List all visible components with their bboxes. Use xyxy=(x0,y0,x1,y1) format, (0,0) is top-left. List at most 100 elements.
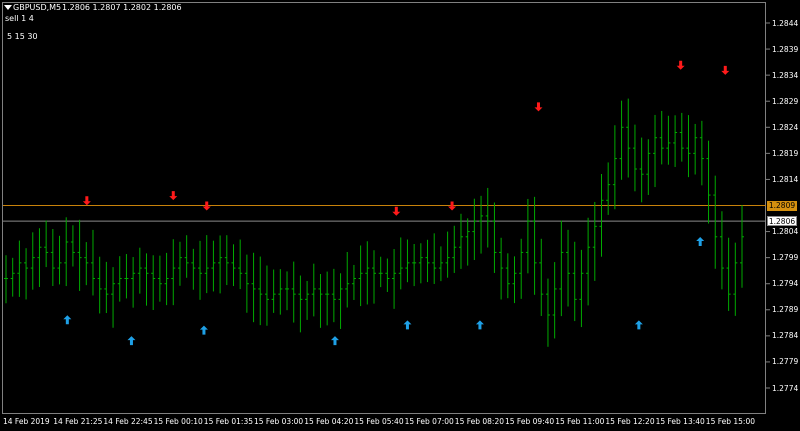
ohlc-bar xyxy=(17,240,22,297)
ohlc-bar xyxy=(271,269,276,313)
ohlc-bar xyxy=(392,249,397,309)
price-tag-level: 1.2809 xyxy=(767,200,797,211)
time-axis-label: 14 Feb 22:45 xyxy=(103,417,153,426)
time-axis-label: 15 Feb 05:40 xyxy=(354,417,404,426)
ohlc-bar xyxy=(4,255,8,304)
time-axis-label: 15 Feb 04:20 xyxy=(304,417,354,426)
price-tag-current: 1.2806 xyxy=(767,216,797,227)
sell-arrow-icon xyxy=(721,65,730,75)
ohlc-bar xyxy=(519,238,524,299)
ohlc-bar xyxy=(224,235,229,286)
ohlc-bar xyxy=(579,249,584,328)
ohlc-bar xyxy=(351,264,356,300)
buy-arrow-icon xyxy=(403,320,412,330)
sell-arrow-icon xyxy=(392,206,401,216)
price-axis-label: 1.2794 xyxy=(772,279,799,289)
ohlc-bar xyxy=(104,261,109,314)
chart-window[interactable]: GBPUSD,M5 1.2806 1.2807 1.2802 1.2806 se… xyxy=(0,0,800,431)
sell-arrow-icon xyxy=(676,60,685,70)
ohlc-bar xyxy=(499,237,504,300)
buy-arrow-icon xyxy=(330,336,339,346)
ohlc-bar xyxy=(452,225,457,273)
time-axis-label: 15 Feb 03:00 xyxy=(254,417,304,426)
buy-arrow-icon xyxy=(696,237,705,246)
ohlc-bar xyxy=(264,265,269,326)
price-axis-label: 1.2814 xyxy=(772,174,799,184)
ohlc-bar xyxy=(479,195,484,254)
ohlc-bar xyxy=(305,280,310,320)
ohlc-bar xyxy=(177,241,182,286)
ohlc-bar xyxy=(218,235,223,294)
ohlc-bar xyxy=(77,219,82,291)
ohlc-bar xyxy=(666,115,671,165)
ohlc-bar xyxy=(679,112,684,162)
ohlc-bar xyxy=(505,253,510,299)
buy-arrow-icon xyxy=(199,325,208,335)
ohlc-bar xyxy=(418,243,423,284)
ohlc-bar xyxy=(432,233,437,284)
ohlc-bar xyxy=(97,256,102,314)
time-axis-label: 15 Feb 12:20 xyxy=(605,417,655,426)
ohlc-bar xyxy=(599,174,604,257)
ohlc-bar xyxy=(30,232,35,290)
sell-arrow-icon xyxy=(82,196,91,206)
ohlc-bar xyxy=(331,268,336,323)
chart-canvas xyxy=(3,22,770,389)
ohlc-bar xyxy=(385,258,390,292)
time-axis-label: 15 Feb 09:40 xyxy=(505,417,555,426)
ohlc-bar xyxy=(211,240,216,292)
ohlc-bar xyxy=(559,220,564,317)
ohlc-bar xyxy=(713,175,718,269)
ohlc-bar xyxy=(157,255,162,302)
ohlc-bar xyxy=(365,241,370,305)
ohlc-bar xyxy=(345,251,350,308)
ohlc-bar xyxy=(646,139,651,195)
ohlc-bar xyxy=(285,271,290,311)
buy-arrow-icon xyxy=(63,315,72,325)
ohlc-bar xyxy=(626,98,631,178)
time-axis-label: 15 Feb 13:40 xyxy=(655,417,705,426)
time-axis-label: 14 Feb 21:25 xyxy=(53,417,103,426)
ohlc-bar xyxy=(50,228,55,287)
ohlc-bar xyxy=(706,140,711,224)
ohlc-bar xyxy=(632,124,637,192)
ohlc-bar xyxy=(244,254,249,313)
ohlc-bar xyxy=(84,242,89,286)
ohlc-bar xyxy=(57,235,62,285)
time-axis-label: 15 Feb 11:00 xyxy=(555,417,605,426)
ohlc-bar xyxy=(117,256,122,302)
ohlc-bar xyxy=(238,239,243,290)
ohlc-bar xyxy=(231,244,236,287)
price-axis-label: 1.2799 xyxy=(772,253,799,263)
ohlc-bar xyxy=(151,255,156,310)
ohlc-bar xyxy=(619,100,624,180)
ohlc-bar xyxy=(291,261,296,323)
ohlc-bar xyxy=(545,278,550,347)
price-axis-label: 1.2804 xyxy=(772,227,799,237)
price-axis-label: 1.2779 xyxy=(772,357,799,367)
buy-arrow-icon xyxy=(475,320,484,330)
ohlc-bar xyxy=(485,187,490,248)
ohlc-bar xyxy=(586,217,591,306)
ohlc-bar xyxy=(111,267,116,328)
ohlc-bar xyxy=(90,229,95,296)
ohlc-bar xyxy=(311,263,316,317)
ohlc-bar xyxy=(318,274,323,328)
ohlc-bar xyxy=(445,231,450,278)
ohlc-bar xyxy=(532,196,537,295)
time-axis-label: 15 Feb 00:10 xyxy=(153,417,203,426)
ohlc-bar xyxy=(144,253,149,306)
ohlc-bar xyxy=(458,213,463,269)
ohlc-bar xyxy=(44,220,49,268)
buy-arrow-icon xyxy=(127,336,136,346)
ohlc-bar xyxy=(378,256,383,288)
ohlc-bar xyxy=(258,256,263,326)
ohlc-bar xyxy=(539,238,544,316)
ohlc-bar xyxy=(137,247,142,294)
ohlc-bar xyxy=(659,110,664,165)
ohlc-bar xyxy=(64,217,69,287)
time-axis-label: 15 Feb 15:00 xyxy=(705,417,756,426)
ohlc-bar xyxy=(492,202,497,273)
ohlc-bar xyxy=(124,254,129,299)
ohlc-bar xyxy=(699,120,704,186)
